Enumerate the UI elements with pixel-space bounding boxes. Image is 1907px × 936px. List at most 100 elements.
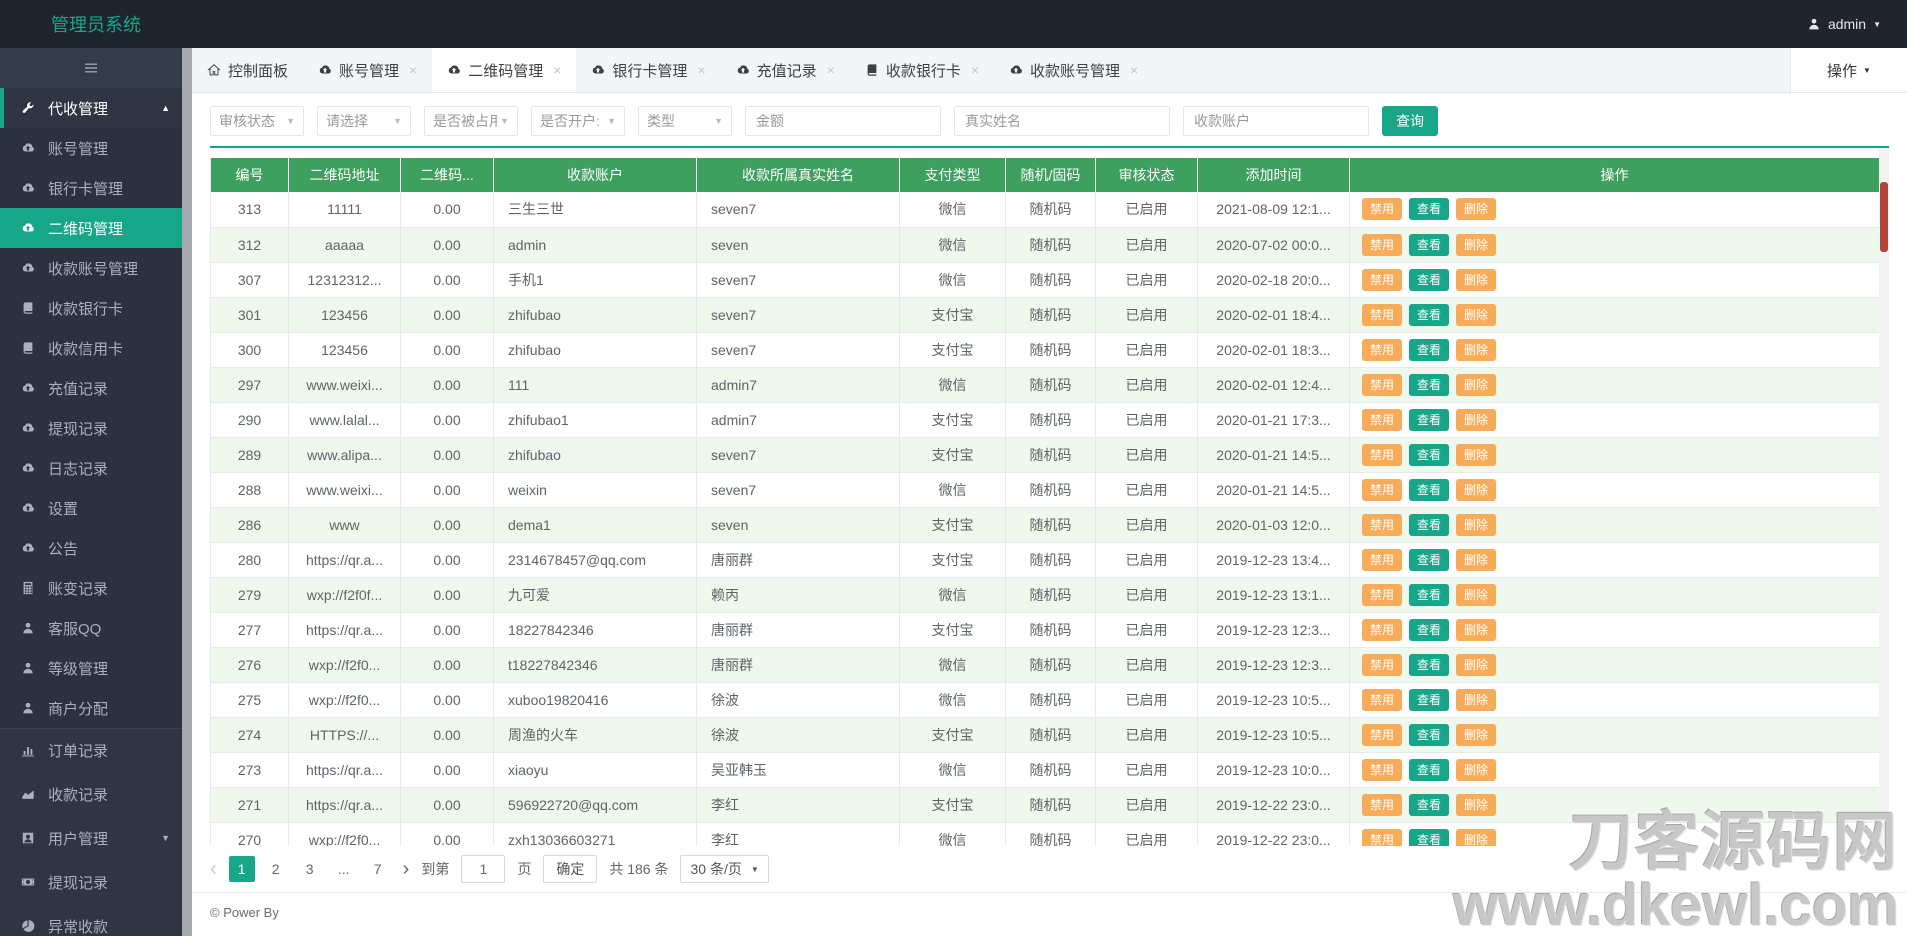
disable-button[interactable]: 禁用 [1362, 409, 1402, 431]
view-button[interactable]: 查看 [1409, 724, 1449, 746]
disable-button[interactable]: 禁用 [1362, 198, 1402, 220]
filter-select-audit-status[interactable]: 审核状态▼ [210, 106, 304, 136]
tab-recharge-records[interactable]: 充值记录× [721, 48, 850, 92]
disable-button[interactable]: 禁用 [1362, 794, 1402, 816]
tab-bankcard-mgmt[interactable]: 银行卡管理× [576, 48, 720, 92]
filter-select-is-opened[interactable]: 是否开户:▼ [531, 106, 625, 136]
jump-page-input[interactable] [461, 855, 505, 883]
disable-button[interactable]: 禁用 [1362, 654, 1402, 676]
page-size-select[interactable]: 30 条/页 ▼ [680, 855, 768, 883]
actions-dropdown[interactable]: 操作 ▼ [1790, 48, 1907, 92]
sidebar-item-withdraw-records-2[interactable]: 提现记录 [0, 860, 182, 904]
next-page-button[interactable]: › [403, 858, 410, 881]
view-button[interactable]: 查看 [1409, 339, 1449, 361]
disable-button[interactable]: 禁用 [1362, 269, 1402, 291]
view-button[interactable]: 查看 [1409, 444, 1449, 466]
view-button[interactable]: 查看 [1409, 479, 1449, 501]
view-button[interactable]: 查看 [1409, 654, 1449, 676]
view-button[interactable]: 查看 [1409, 549, 1449, 571]
sidebar-item-withdraw-records[interactable]: 提现记录 [0, 408, 182, 448]
prev-page-button[interactable]: ‹ [210, 858, 217, 881]
disable-button[interactable]: 禁用 [1362, 619, 1402, 641]
disable-button[interactable]: 禁用 [1362, 724, 1402, 746]
view-button[interactable]: 查看 [1409, 409, 1449, 431]
sidebar-scrollbar[interactable] [182, 48, 192, 936]
sidebar-item-collection-account-mgmt[interactable]: 收款账号管理 [0, 248, 182, 288]
view-button[interactable]: 查看 [1409, 374, 1449, 396]
sidebar-item-collection-records[interactable]: 收款记录 [0, 772, 182, 816]
delete-button[interactable]: 删除 [1456, 269, 1496, 291]
sidebar-toggle-button[interactable] [0, 48, 182, 88]
disable-button[interactable]: 禁用 [1362, 374, 1402, 396]
close-icon[interactable]: × [697, 62, 705, 78]
sidebar-item-account-mgmt[interactable]: 账号管理 [0, 128, 182, 168]
sidebar-item-service-qq[interactable]: 客服QQ [0, 608, 182, 648]
delete-button[interactable]: 删除 [1456, 409, 1496, 431]
table-scrollbar-thumb[interactable] [1880, 182, 1888, 252]
disable-button[interactable]: 禁用 [1362, 234, 1402, 256]
delete-button[interactable]: 删除 [1456, 654, 1496, 676]
search-button[interactable]: 查询 [1382, 106, 1438, 136]
disable-button[interactable]: 禁用 [1362, 514, 1402, 536]
page-button-3[interactable]: 3 [297, 856, 323, 882]
delete-button[interactable]: 删除 [1456, 689, 1496, 711]
close-icon[interactable]: × [409, 62, 417, 78]
filter-input-real-name[interactable] [954, 106, 1170, 136]
filter-input-collection-account[interactable] [1183, 106, 1369, 136]
sidebar-item-order-records[interactable]: 订单记录 [0, 728, 182, 772]
sidebar-item-collection-bankcard[interactable]: 收款银行卡 [0, 288, 182, 328]
view-button[interactable]: 查看 [1409, 829, 1449, 847]
delete-button[interactable]: 删除 [1456, 794, 1496, 816]
table-scrollbar[interactable] [1879, 148, 1889, 846]
view-button[interactable]: 查看 [1409, 794, 1449, 816]
view-button[interactable]: 查看 [1409, 619, 1449, 641]
sidebar-item-collection-creditcard[interactable]: 收款信用卡 [0, 328, 182, 368]
delete-button[interactable]: 删除 [1456, 234, 1496, 256]
sidebar-item-agency-mgmt[interactable]: 代收管理▲ [0, 88, 182, 128]
delete-button[interactable]: 删除 [1456, 514, 1496, 536]
user-menu[interactable]: admin ▼ [1807, 16, 1907, 32]
delete-button[interactable]: 删除 [1456, 759, 1496, 781]
view-button[interactable]: 查看 [1409, 514, 1449, 536]
view-button[interactable]: 查看 [1409, 689, 1449, 711]
jump-confirm-button[interactable]: 确定 [543, 855, 597, 883]
tab-collection-bankcard[interactable]: 收款银行卡× [850, 48, 994, 92]
filter-select-type[interactable]: 类型▼ [638, 106, 732, 136]
filter-input-amount[interactable] [745, 106, 941, 136]
disable-button[interactable]: 禁用 [1362, 339, 1402, 361]
view-button[interactable]: 查看 [1409, 584, 1449, 606]
view-button[interactable]: 查看 [1409, 269, 1449, 291]
disable-button[interactable]: 禁用 [1362, 829, 1402, 847]
filter-select-please-select[interactable]: 请选择▼ [317, 106, 411, 136]
delete-button[interactable]: 删除 [1456, 619, 1496, 641]
disable-button[interactable]: 禁用 [1362, 549, 1402, 571]
delete-button[interactable]: 删除 [1456, 724, 1496, 746]
view-button[interactable]: 查看 [1409, 759, 1449, 781]
delete-button[interactable]: 删除 [1456, 374, 1496, 396]
tab-dashboard[interactable]: 控制面板 [192, 48, 303, 92]
tab-collection-account-mgmt[interactable]: 收款账号管理× [994, 48, 1153, 92]
tab-account-mgmt[interactable]: 账号管理× [303, 48, 432, 92]
delete-button[interactable]: 删除 [1456, 829, 1496, 847]
sidebar-item-log-records[interactable]: 日志记录 [0, 448, 182, 488]
disable-button[interactable]: 禁用 [1362, 444, 1402, 466]
close-icon[interactable]: × [827, 62, 835, 78]
delete-button[interactable]: 删除 [1456, 549, 1496, 571]
delete-button[interactable]: 删除 [1456, 444, 1496, 466]
sidebar-item-abnormal-collection[interactable]: 异常收款 [0, 904, 182, 936]
close-icon[interactable]: × [971, 62, 979, 78]
close-icon[interactable]: × [1130, 62, 1138, 78]
sidebar-item-announcements[interactable]: 公告 [0, 528, 182, 568]
delete-button[interactable]: 删除 [1456, 304, 1496, 326]
view-button[interactable]: 查看 [1409, 304, 1449, 326]
delete-button[interactable]: 删除 [1456, 339, 1496, 361]
sidebar-item-user-mgmt[interactable]: 用户管理▼ [0, 816, 182, 860]
delete-button[interactable]: 删除 [1456, 198, 1496, 220]
sidebar-item-qrcode-mgmt[interactable]: 二维码管理 [0, 208, 182, 248]
sidebar-item-level-mgmt[interactable]: 等级管理 [0, 648, 182, 688]
view-button[interactable]: 查看 [1409, 198, 1449, 220]
sidebar-item-account-change-records[interactable]: 账变记录 [0, 568, 182, 608]
tab-qrcode-mgmt[interactable]: 二维码管理× [432, 48, 576, 92]
page-button-2[interactable]: 2 [263, 856, 289, 882]
page-button-7[interactable]: 7 [365, 856, 391, 882]
